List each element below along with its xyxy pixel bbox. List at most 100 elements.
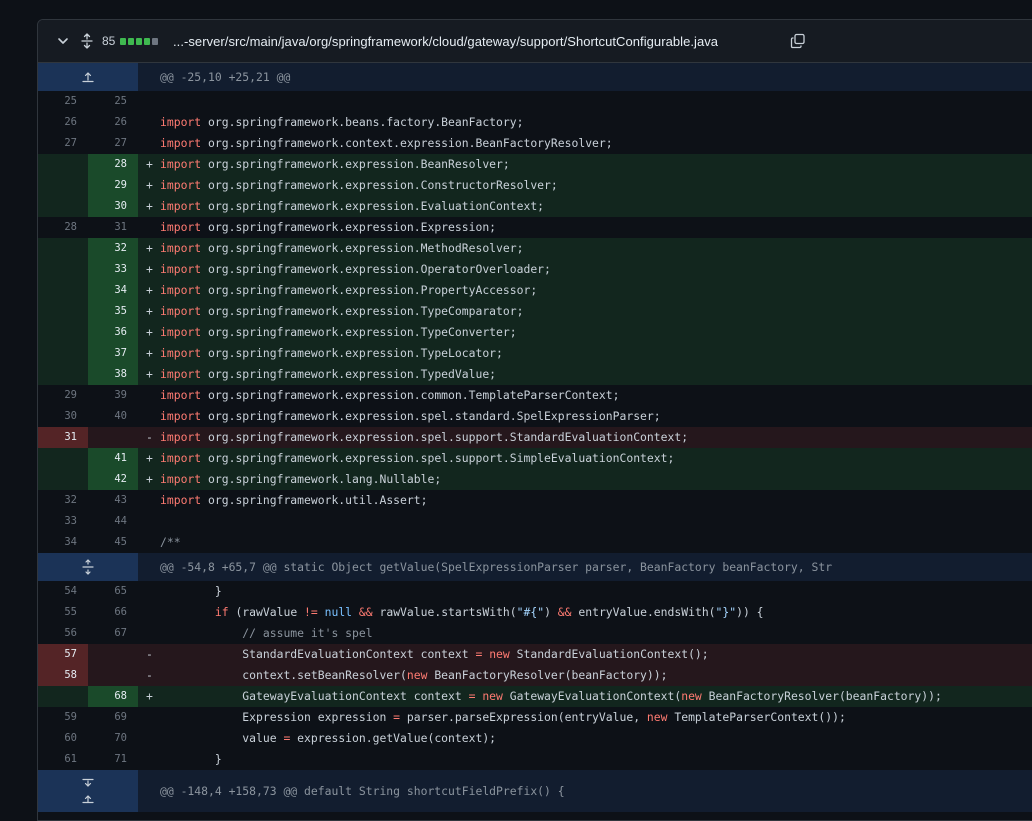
diff-marker: +	[146, 157, 153, 171]
old-line-number[interactable]	[38, 259, 88, 280]
diff-marker: +	[146, 304, 153, 318]
old-line-number[interactable]: 25	[38, 91, 88, 112]
code-token: import	[160, 388, 202, 402]
code-text: // assume it's spel	[160, 623, 372, 644]
old-line-number[interactable]: 28	[38, 217, 88, 238]
code-token: GatewayEvaluationContext(	[502, 689, 682, 703]
new-line-number[interactable]: 30	[88, 196, 138, 217]
old-line-number[interactable]	[38, 364, 88, 385]
expand-button[interactable]	[38, 770, 138, 812]
new-line-number[interactable]: 26	[88, 112, 138, 133]
new-line-number[interactable]: 42	[88, 469, 138, 490]
new-line-number[interactable]: 40	[88, 406, 138, 427]
code-text: import org.springframework.expression.sp…	[160, 406, 661, 427]
new-line-number[interactable]: 32	[88, 238, 138, 259]
old-line-number[interactable]: 32	[38, 490, 88, 511]
code-token: new	[406, 668, 428, 682]
code-token: import	[160, 325, 202, 339]
code-text: import org.springframework.expression.Ev…	[160, 196, 544, 217]
diff-marker	[146, 217, 158, 238]
old-line-number[interactable]: 31	[38, 427, 88, 448]
diff-marker	[146, 581, 158, 602]
new-line-number[interactable]: 29	[88, 175, 138, 196]
code-text: import org.springframework.lang.Nullable…	[160, 469, 441, 490]
old-line-number[interactable]: 56	[38, 623, 88, 644]
code-token: /**	[160, 535, 181, 549]
new-line-number[interactable]: 36	[88, 322, 138, 343]
old-line-number[interactable]: 58	[38, 665, 88, 686]
old-line-number[interactable]	[38, 175, 88, 196]
old-line-number[interactable]	[38, 448, 88, 469]
diff-marker	[146, 133, 158, 154]
code-text: import org.springframework.expression.Pr…	[160, 280, 537, 301]
new-line-number[interactable]: 25	[88, 91, 138, 112]
new-line-number[interactable]: 38	[88, 364, 138, 385]
new-line-number[interactable]: 27	[88, 133, 138, 154]
diff-marker	[146, 623, 158, 644]
context-line: 34 45 /**	[38, 532, 1032, 553]
diff-marker: +	[146, 325, 153, 339]
old-line-number[interactable]: 29	[38, 385, 88, 406]
old-line-number[interactable]: 26	[38, 112, 88, 133]
old-line-number[interactable]: 34	[38, 532, 88, 553]
new-line-number[interactable]: 71	[88, 749, 138, 770]
new-line-number[interactable]: 66	[88, 602, 138, 623]
old-line-number[interactable]	[38, 154, 88, 175]
old-line-number[interactable]: 30	[38, 406, 88, 427]
new-line-number[interactable]	[88, 427, 138, 448]
old-line-number[interactable]	[38, 280, 88, 301]
old-line-number[interactable]: 57	[38, 644, 88, 665]
code-text: /**	[160, 532, 181, 553]
old-line-number[interactable]	[38, 196, 88, 217]
code-token: org.springframework.expression.TypeConve…	[201, 325, 517, 339]
old-line-number[interactable]	[38, 238, 88, 259]
new-line-number[interactable]: 43	[88, 490, 138, 511]
expand-up-button[interactable]	[38, 63, 138, 91]
old-line-number[interactable]	[38, 686, 88, 707]
expand-all-icon[interactable]	[79, 20, 95, 62]
new-line-number[interactable]: 33	[88, 259, 138, 280]
new-line-number[interactable]: 65	[88, 581, 138, 602]
collapse-chevron-icon[interactable]	[55, 20, 71, 62]
context-line: 30 40 import org.springframework.expressi…	[38, 406, 1032, 427]
new-line-number[interactable]: 28	[88, 154, 138, 175]
code-token: org.springframework.util.Assert;	[201, 493, 428, 507]
code-token: value	[160, 731, 284, 745]
code-token: import	[160, 472, 202, 486]
code-token: org.springframework.expression.TypeCompa…	[201, 304, 524, 318]
new-line-number[interactable]: 35	[88, 301, 138, 322]
old-line-number[interactable]: 27	[38, 133, 88, 154]
copy-icon[interactable]	[790, 20, 806, 62]
new-line-number[interactable]	[88, 665, 138, 686]
old-line-number[interactable]: 59	[38, 707, 88, 728]
code-token: org.springframework.expression.Evaluatio…	[201, 199, 545, 213]
new-line-number[interactable]: 44	[88, 511, 138, 532]
new-line-number[interactable]: 37	[88, 343, 138, 364]
old-line-number[interactable]: 33	[38, 511, 88, 532]
added-line: 29 + import org.springframework.expression…	[38, 175, 1032, 196]
old-line-number[interactable]: 61	[38, 749, 88, 770]
new-line-number[interactable]: 67	[88, 623, 138, 644]
old-line-number[interactable]: 55	[38, 602, 88, 623]
old-line-number[interactable]	[38, 301, 88, 322]
code-token: org.springframework.expression.Expressio…	[201, 220, 497, 234]
old-line-number[interactable]	[38, 343, 88, 364]
file-path[interactable]: ...-server/src/main/java/org/springframe…	[173, 20, 718, 62]
new-line-number[interactable]: 31	[88, 217, 138, 238]
code-token: org.springframework.beans.factory.BeanFa…	[201, 115, 524, 129]
old-line-number[interactable]: 60	[38, 728, 88, 749]
expand-button[interactable]	[38, 553, 138, 581]
new-line-number[interactable]: 45	[88, 532, 138, 553]
context-line: 33 44	[38, 511, 1032, 532]
old-line-number[interactable]: 54	[38, 581, 88, 602]
new-line-number[interactable]	[88, 644, 138, 665]
new-line-number[interactable]: 39	[88, 385, 138, 406]
new-line-number[interactable]: 68	[88, 686, 138, 707]
new-line-number[interactable]: 41	[88, 448, 138, 469]
new-line-number[interactable]: 70	[88, 728, 138, 749]
new-line-number[interactable]: 34	[88, 280, 138, 301]
diff-marker: +	[146, 262, 153, 276]
old-line-number[interactable]	[38, 322, 88, 343]
old-line-number[interactable]	[38, 469, 88, 490]
new-line-number[interactable]: 69	[88, 707, 138, 728]
